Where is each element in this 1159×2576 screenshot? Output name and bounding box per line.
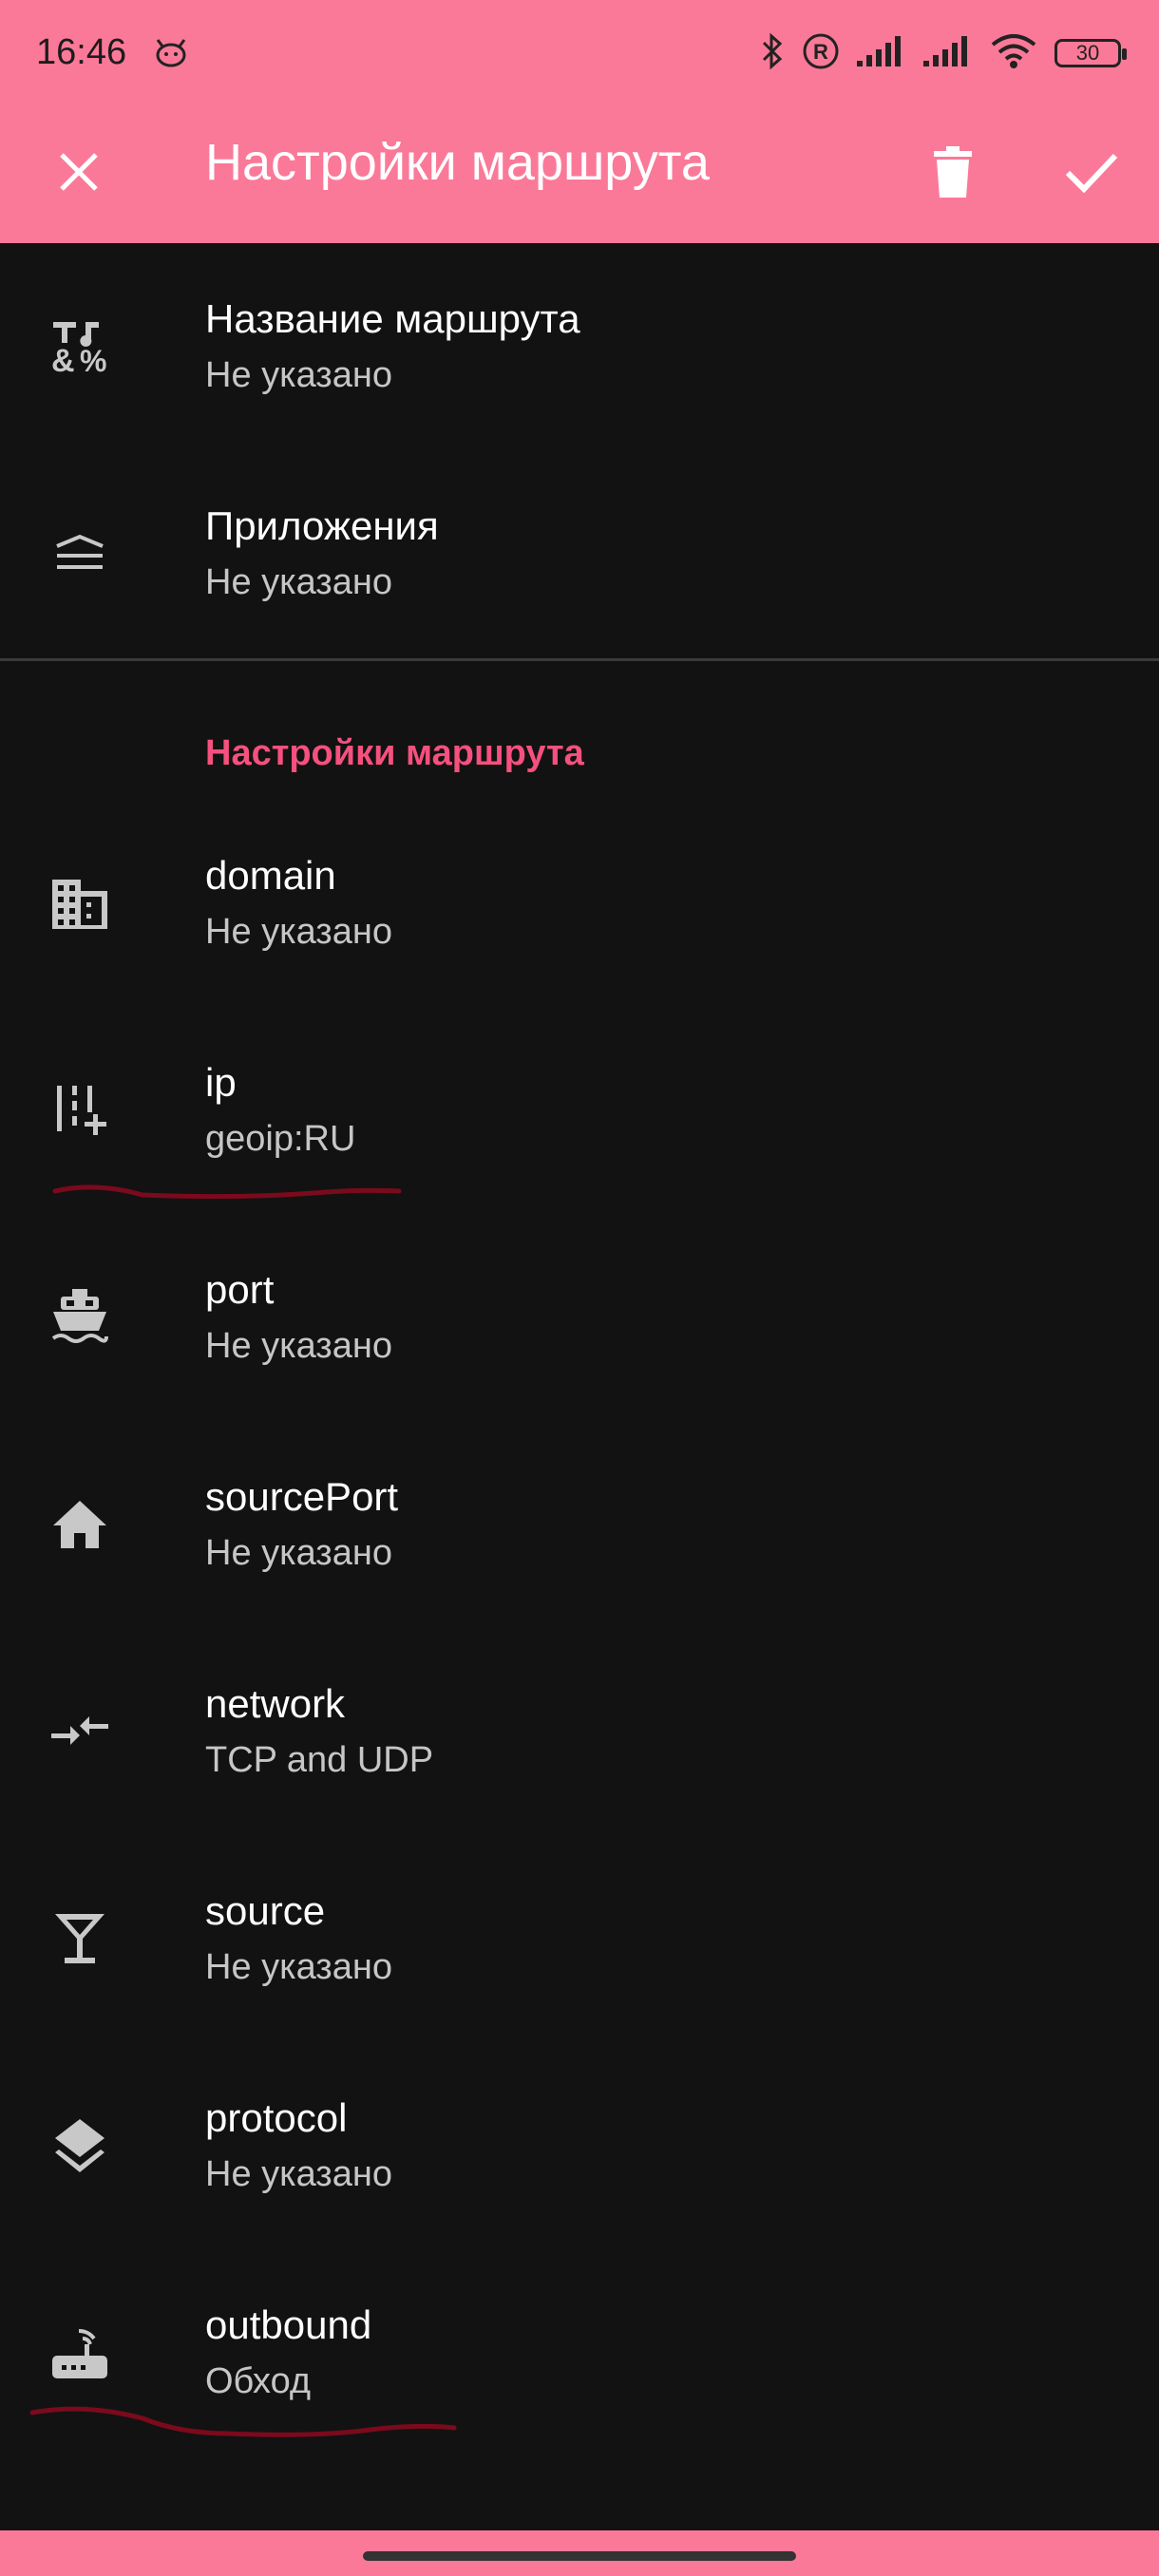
status-indicators: R 30 bbox=[760, 28, 1127, 78]
status-time: 16:46 bbox=[36, 32, 127, 72]
list-item-value: Обход bbox=[205, 2361, 312, 2401]
wifi-icon bbox=[990, 33, 1037, 74]
list-item-port[interactable]: port Не указано bbox=[0, 1214, 1159, 1421]
building-icon bbox=[48, 871, 112, 936]
bluetooth-icon bbox=[760, 32, 785, 75]
list-item-value: Не указано bbox=[205, 912, 392, 952]
list-item-title: sourcePort bbox=[205, 1474, 399, 1519]
battery-indicator: 30 bbox=[1054, 39, 1127, 67]
layers-icon bbox=[48, 2113, 112, 2178]
svg-text:%: % bbox=[80, 344, 106, 377]
list-item-value: Не указано bbox=[205, 355, 392, 395]
list-item-value: Не указано bbox=[205, 1947, 392, 1987]
section-header: Настройки маршрута bbox=[205, 733, 584, 773]
divider bbox=[0, 658, 1159, 661]
router-icon bbox=[48, 2320, 112, 2385]
home-gesture-handle[interactable] bbox=[363, 2551, 796, 2561]
list-item-title: Название маршрута bbox=[205, 296, 580, 341]
merge-arrows-icon bbox=[48, 1699, 112, 1764]
registered-icon: R bbox=[802, 32, 840, 75]
list-item-value: Не указано bbox=[205, 2154, 392, 2194]
signal-icon bbox=[923, 34, 973, 73]
trash-icon bbox=[932, 145, 974, 202]
list-item-route-name[interactable]: & % Название маршрута Не указано bbox=[0, 243, 1159, 450]
list-item-network[interactable]: network TCP and UDP bbox=[0, 1628, 1159, 1835]
system-nav-bar bbox=[0, 2530, 1159, 2576]
app-header: 16:46 R 30 Настройки маршрута bbox=[0, 0, 1159, 243]
confirm-button[interactable] bbox=[1049, 131, 1134, 217]
svg-text:&: & bbox=[51, 343, 75, 377]
check-icon bbox=[1065, 151, 1118, 198]
list-item-value: Не указано bbox=[205, 1533, 392, 1573]
list-item-value: TCP and UDP bbox=[205, 1740, 434, 1780]
cat-icon bbox=[152, 32, 190, 75]
list-item-value: geoip:RU bbox=[205, 1119, 356, 1159]
list-item-title: network bbox=[205, 1681, 346, 1726]
cocktail-glass-icon bbox=[48, 1906, 112, 1971]
ip-add-icon bbox=[48, 1078, 112, 1143]
close-button[interactable] bbox=[36, 131, 122, 217]
page-title: Настройки маршрута bbox=[205, 134, 710, 191]
list-item-outbound[interactable]: outbound Обход bbox=[0, 2249, 1159, 2456]
svg-text:R: R bbox=[813, 40, 828, 64]
list-item-title: port bbox=[205, 1267, 275, 1312]
list-item-title: outbound bbox=[205, 2302, 372, 2347]
list-item-source[interactable]: source Не указано bbox=[0, 1835, 1159, 2042]
home-icon bbox=[48, 1492, 112, 1557]
list-item-title: domain bbox=[205, 853, 336, 898]
list-item-title: protocol bbox=[205, 2095, 348, 2140]
list-item-ip[interactable]: ip geoip:RU bbox=[0, 1007, 1159, 1214]
list-item-protocol[interactable]: protocol Не указано bbox=[0, 2042, 1159, 2249]
text-format-icon: & % bbox=[48, 314, 112, 379]
list-item-title: source bbox=[205, 1888, 326, 1933]
ship-icon bbox=[48, 1285, 112, 1350]
list-item-title: ip bbox=[205, 1060, 237, 1105]
list-item-title: Приложения bbox=[205, 503, 439, 548]
list-item-sourceport[interactable]: sourcePort Не указано bbox=[0, 1421, 1159, 1628]
list-item-domain[interactable]: domain Не указано bbox=[0, 800, 1159, 1007]
signal-icon bbox=[857, 34, 906, 73]
apps-stack-icon bbox=[48, 521, 112, 586]
close-icon bbox=[57, 150, 101, 199]
list-item-value: Не указано bbox=[205, 1326, 392, 1366]
list-item-value: Не указано bbox=[205, 562, 392, 602]
list-item-apps[interactable]: Приложения Не указано bbox=[0, 450, 1159, 657]
delete-button[interactable] bbox=[910, 131, 996, 217]
